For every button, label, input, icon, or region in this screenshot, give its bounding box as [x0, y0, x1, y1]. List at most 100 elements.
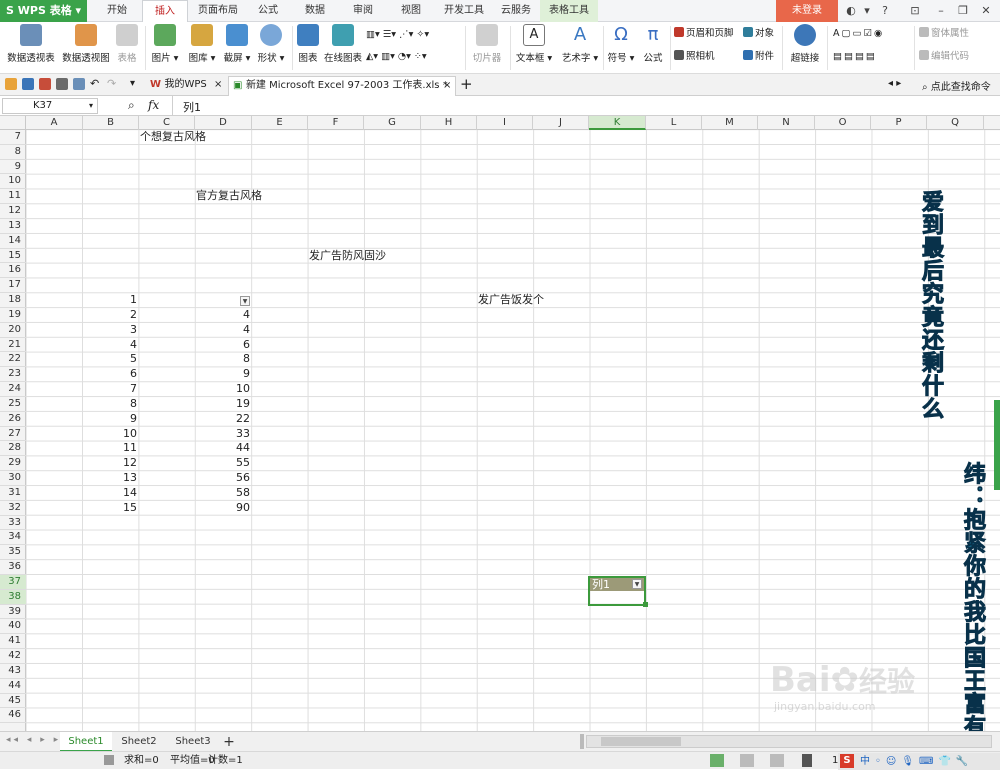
cell-i18[interactable]: 发广告饭发个: [478, 293, 544, 308]
row-header[interactable]: 27: [0, 427, 26, 442]
row-header[interactable]: 22: [0, 352, 26, 368]
fx-icon[interactable]: fx: [148, 98, 159, 112]
tab-table-tools[interactable]: 表格工具: [540, 0, 598, 22]
row-header[interactable]: 24: [0, 382, 26, 397]
print-preview-icon[interactable]: [73, 78, 85, 90]
sheet-tab-3[interactable]: Sheet3: [168, 732, 218, 752]
tab-developer[interactable]: 开发工具: [438, 0, 490, 22]
tab-cloud[interactable]: 云服务: [494, 0, 538, 22]
attachment-button[interactable]: 附件: [743, 50, 774, 64]
save-icon[interactable]: [22, 78, 34, 90]
row-header[interactable]: 11: [0, 189, 26, 205]
formula-button[interactable]: π 公式: [640, 24, 666, 64]
row-header[interactable]: 42: [0, 649, 26, 664]
restore-icon[interactable]: ❐: [954, 3, 972, 19]
cell-d-value[interactable]: 4: [196, 308, 250, 323]
login-button[interactable]: 未登录: [776, 0, 838, 22]
cell-b-value[interactable]: 3: [83, 323, 137, 338]
doc-tab-my-wps[interactable]: W 我的WPS ×: [146, 76, 228, 96]
online-chart-button[interactable]: 在线图表: [323, 24, 363, 64]
column-header[interactable]: J: [533, 116, 589, 130]
cell-d-value[interactable]: 6: [196, 338, 250, 353]
row-header[interactable]: 25: [0, 397, 26, 412]
row-header[interactable]: 31: [0, 486, 26, 501]
shapes-button[interactable]: 形状 ▾: [254, 24, 288, 64]
row-header[interactable]: 35: [0, 545, 26, 561]
cell-d-value[interactable]: 58: [196, 486, 250, 501]
hyperlink-button[interactable]: 超链接: [787, 24, 823, 64]
row-header[interactable]: 13: [0, 219, 26, 234]
cell-d-value[interactable]: 9: [196, 367, 250, 382]
eye-protect-icon[interactable]: [802, 754, 812, 767]
cell-d-value[interactable]: 8: [196, 352, 250, 367]
cell-b-value[interactable]: 7: [83, 382, 137, 397]
normal-view-icon[interactable]: [710, 754, 724, 767]
open-icon[interactable]: [5, 78, 17, 90]
tab-page-layout[interactable]: 页面布局: [190, 0, 246, 22]
column-header[interactable]: H: [421, 116, 477, 130]
header-footer-button[interactable]: 页眉和页脚: [674, 27, 734, 41]
column-header[interactable]: A: [26, 116, 83, 130]
close-tab-icon[interactable]: ×: [214, 76, 222, 94]
gallery-button[interactable]: 图库 ▾: [185, 24, 219, 64]
row-header[interactable]: 44: [0, 679, 26, 694]
scroll-thumb[interactable]: [601, 737, 681, 746]
slicer-button[interactable]: 切片器: [469, 24, 505, 64]
table-button[interactable]: 表格: [114, 24, 140, 64]
fullscreen-icon[interactable]: ⊡: [906, 3, 924, 19]
object-button[interactable]: 对象: [743, 27, 774, 41]
chart-small-icons-row1[interactable]: ▥▾ ☰▾ ⋰▾ ✧▾: [366, 28, 429, 42]
column-header[interactable]: M: [702, 116, 758, 130]
symbol-button[interactable]: Ω 符号 ▾: [606, 24, 636, 64]
close-tab-icon[interactable]: ×: [443, 77, 451, 95]
add-sheet-icon[interactable]: +: [220, 732, 238, 752]
row-header[interactable]: 17: [0, 278, 26, 294]
column-header[interactable]: G: [364, 116, 421, 130]
find-command[interactable]: ⌕ 点此查找命令: [922, 78, 991, 93]
row-header[interactable]: 38: [0, 589, 26, 605]
cell-b-value[interactable]: 9: [83, 412, 137, 427]
column-header[interactable]: E: [252, 116, 308, 130]
export-pdf-icon[interactable]: [39, 78, 51, 90]
row-header[interactable]: 32: [0, 501, 26, 516]
cell-b-value[interactable]: 8: [83, 397, 137, 412]
cell-d-value[interactable]: 4: [196, 323, 250, 338]
cell-b-value[interactable]: 4: [83, 338, 137, 353]
cell-d-value[interactable]: 33: [196, 427, 250, 442]
row-header[interactable]: 43: [0, 664, 26, 679]
picture-button[interactable]: 图片 ▾: [148, 24, 182, 64]
cell-d-value[interactable]: 10: [196, 382, 250, 397]
tab-splitter[interactable]: [580, 734, 584, 749]
sheet-tab-2[interactable]: Sheet2: [114, 732, 164, 752]
row-header[interactable]: 16: [0, 263, 26, 279]
tab-insert[interactable]: 插入: [142, 0, 188, 23]
row-header[interactable]: 26: [0, 412, 26, 427]
row-header[interactable]: 14: [0, 234, 26, 249]
cell-d-value[interactable]: 22: [196, 412, 250, 427]
row-header[interactable]: 36: [0, 560, 26, 575]
zoom-icon[interactable]: ⌕: [128, 98, 135, 113]
new-tab-icon[interactable]: +: [460, 75, 473, 93]
app-menu-button[interactable]: S WPS 表格 ▾: [0, 0, 87, 22]
cell-f15[interactable]: 发广告防风固沙: [309, 249, 386, 264]
customize-icon[interactable]: ▾: [130, 78, 142, 90]
row-header[interactable]: 23: [0, 367, 26, 383]
name-box[interactable]: K37 ▾: [2, 98, 98, 114]
column-header[interactable]: D: [195, 116, 252, 130]
row-header[interactable]: 34: [0, 530, 26, 546]
cell-b-value[interactable]: 2: [83, 308, 137, 323]
cell-d-value[interactable]: 44: [196, 441, 250, 456]
doc-tab-workbook[interactable]: ▣ 新建 Microsoft Excel 97-2003 工作表.xls * ×: [228, 76, 456, 96]
select-all-corner[interactable]: [0, 116, 26, 130]
column-header[interactable]: C: [139, 116, 195, 130]
tab-home[interactable]: 开始: [94, 0, 140, 22]
cell-b-value[interactable]: 14: [83, 486, 137, 501]
tab-formulas[interactable]: 公式: [248, 0, 288, 22]
row-header[interactable]: 30: [0, 471, 26, 486]
chart-small-icons-row2[interactable]: ◭▾ ▥▾ ◔▾ ⁘▾: [366, 50, 427, 64]
cell-grid[interactable]: 个想复古风格 官方复古风格 发广告防风固沙 发广告饭发个 ▼ 123456789…: [26, 130, 1000, 731]
row-header[interactable]: 15: [0, 249, 26, 264]
row-header[interactable]: 20: [0, 323, 26, 338]
row-header[interactable]: 45: [0, 694, 26, 709]
tab-review[interactable]: 审阅: [342, 0, 384, 22]
